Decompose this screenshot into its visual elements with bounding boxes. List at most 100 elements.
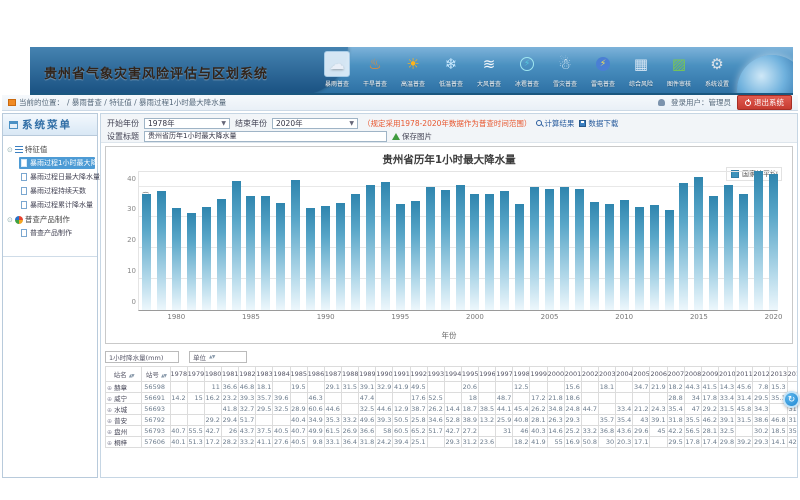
table-cell: 28.1 xyxy=(530,415,547,426)
expand-row-icon[interactable]: ⊕ xyxy=(107,418,112,425)
unit-filter-box[interactable]: 单位 ▲ ▼ xyxy=(189,351,247,363)
table-cell: 40.7 xyxy=(290,426,307,437)
table-cell: 39.1 xyxy=(650,415,667,426)
nav-item-8[interactable]: ⚡雷电普查 xyxy=(585,51,621,88)
sort-icons[interactable]: ▲ ▼ xyxy=(209,355,214,360)
table-row[interactable]: ⊕ 桐梓5760640.151.317.228.233.241.127.640.… xyxy=(106,437,798,448)
bar-1979 xyxy=(157,191,166,310)
table-cell: 47.4 xyxy=(359,393,376,404)
sidebar-item[interactable]: 暴雨过程持续天数 xyxy=(19,185,95,197)
table-cell xyxy=(427,382,444,393)
col-id[interactable]: 站号 ▲▼ xyxy=(142,367,170,382)
nav-item-7[interactable]: ☃雪灾普查 xyxy=(547,51,583,88)
table-cell: 20.3 xyxy=(616,437,633,448)
col-year-2005[interactable]: 2005 xyxy=(633,367,650,382)
col-year-1991[interactable]: 1991 xyxy=(393,367,410,382)
end-year-select[interactable]: 2020年▼ xyxy=(272,118,358,129)
table-cell: 34.9 xyxy=(307,415,324,426)
col-year-1995[interactable]: 1995 xyxy=(461,367,478,382)
col-year-2007[interactable]: 2007 xyxy=(667,367,684,382)
col-year-2000[interactable]: 2000 xyxy=(547,367,564,382)
nav-item-11[interactable]: ⚙系统设置 xyxy=(699,51,735,88)
col-year-1996[interactable]: 1996 xyxy=(479,367,496,382)
breadcrumb[interactable]: / 暴雨普查 / 特征值 / 暴雨过程1小时最大降水量 xyxy=(67,97,226,108)
table-cell: 44.6 xyxy=(324,404,341,415)
expand-row-icon[interactable]: ⊕ xyxy=(107,396,112,403)
data-download-button[interactable]: 数据下载 xyxy=(579,118,618,129)
col-year-1992[interactable]: 1992 xyxy=(410,367,427,382)
tree-group-1[interactable]: ⊙特征值 xyxy=(7,144,95,155)
col-year-2011[interactable]: 2011 xyxy=(736,367,753,382)
col-year-2009[interactable]: 2009 xyxy=(701,367,718,382)
nav-item-label: 冰雹普查 xyxy=(515,78,539,87)
table-row[interactable]: ⊕ 水城5669341.832.729.532.528.960.644.632.… xyxy=(106,404,798,415)
col-year-2008[interactable]: 2008 xyxy=(684,367,701,382)
col-year-1981[interactable]: 1981 xyxy=(221,367,238,382)
sort-icons[interactable]: ▲▼ xyxy=(129,374,134,379)
save-image-button[interactable]: 保存图片 xyxy=(392,131,432,142)
table-cell: 18.1 xyxy=(599,382,616,393)
bar-2016 xyxy=(709,196,718,310)
refresh-button[interactable]: ↻ xyxy=(783,391,800,408)
nav-item-10[interactable]: ▨图件审核 xyxy=(661,51,697,88)
expand-row-icon[interactable]: ⊕ xyxy=(107,385,112,392)
sidebar-item[interactable]: 普查产品制作 xyxy=(19,227,95,239)
col-station[interactable]: 站名 ▲▼ xyxy=(106,367,142,382)
table-cell xyxy=(581,382,598,393)
nav-item-1[interactable]: ☁暴雨普查 xyxy=(319,51,355,88)
col-year-2004[interactable]: 2004 xyxy=(616,367,633,382)
col-year-1978[interactable]: 1978 xyxy=(170,367,187,382)
col-year-1990[interactable]: 1990 xyxy=(376,367,393,382)
col-year-2002[interactable]: 2002 xyxy=(581,367,598,382)
table-row[interactable]: ⊕ 赫章565981136.646.818.119.529.131.539.13… xyxy=(106,382,798,393)
col-year-1986[interactable]: 1986 xyxy=(307,367,324,382)
expand-icon[interactable]: ⊙ xyxy=(7,146,13,154)
col-year-1982[interactable]: 1982 xyxy=(239,367,256,382)
sidebar-item[interactable]: 暴雨过程累计降水量 xyxy=(19,199,95,211)
col-year-2014[interactable]: 2014 xyxy=(787,367,797,382)
nav-item-4[interactable]: ❄低温普查 xyxy=(433,51,469,88)
expand-row-icon[interactable]: ⊕ xyxy=(107,440,112,447)
table-cell: 18.1 xyxy=(256,382,273,393)
col-year-2006[interactable]: 2006 xyxy=(650,367,667,382)
col-year-1985[interactable]: 1985 xyxy=(290,367,307,382)
nav-item-5[interactable]: ≋大风普查 xyxy=(471,51,507,88)
nav-item-9[interactable]: ▦综合风险 xyxy=(623,51,659,88)
chart-title-input[interactable] xyxy=(144,131,387,142)
col-year-1999[interactable]: 1999 xyxy=(530,367,547,382)
col-year-1998[interactable]: 1998 xyxy=(513,367,530,382)
nav-item-3[interactable]: ☀高温普查 xyxy=(395,51,431,88)
table-row[interactable]: ⊕ 普安5679229.229.451.740.434.935.333.249.… xyxy=(106,415,798,426)
nav-item-6[interactable]: ⚡冰雹普查 xyxy=(509,51,545,88)
col-year-1984[interactable]: 1984 xyxy=(273,367,290,382)
col-year-1989[interactable]: 1989 xyxy=(359,367,376,382)
sort-icons[interactable]: ▲▼ xyxy=(161,374,166,379)
table-row[interactable]: ⊕ 威宁5669114.21516.223.239.335.739.646.34… xyxy=(106,393,798,404)
col-year-2003[interactable]: 2003 xyxy=(599,367,616,382)
col-year-1987[interactable]: 1987 xyxy=(324,367,341,382)
sidebar-item[interactable]: 暴雨过程日最大降水量 xyxy=(19,171,95,183)
value-filter-box[interactable]: 1小时降水量(mm) xyxy=(105,351,179,363)
col-year-2013[interactable]: 2013 xyxy=(770,367,787,382)
expand-row-icon[interactable]: ⊕ xyxy=(107,429,112,436)
expand-row-icon[interactable]: ⊕ xyxy=(107,407,112,414)
logout-button[interactable]: 退出系统 xyxy=(737,95,792,110)
table-row[interactable]: ⊕ 盘州5679340.755.542.72643.737.540.540.74… xyxy=(106,426,798,437)
sidebar-item[interactable]: 暴雨过程1小时最大降水量 xyxy=(19,157,95,169)
col-year-1980[interactable]: 1980 xyxy=(204,367,221,382)
calc-result-button[interactable]: 计算结果 xyxy=(536,118,574,129)
col-year-1983[interactable]: 1983 xyxy=(256,367,273,382)
col-year-1994[interactable]: 1994 xyxy=(444,367,461,382)
nav-item-2[interactable]: ♨干旱普查 xyxy=(357,51,393,88)
col-year-1997[interactable]: 1997 xyxy=(496,367,513,382)
col-year-2012[interactable]: 2012 xyxy=(753,367,770,382)
tree-group-2[interactable]: ⊙普查产品制作 xyxy=(7,214,95,225)
table-cell: 29.1 xyxy=(324,382,341,393)
col-year-1993[interactable]: 1993 xyxy=(427,367,444,382)
start-year-select[interactable]: 1978年▼ xyxy=(144,118,230,129)
col-year-2001[interactable]: 2001 xyxy=(564,367,581,382)
col-year-2010[interactable]: 2010 xyxy=(719,367,736,382)
expand-icon[interactable]: ⊙ xyxy=(7,216,13,224)
col-year-1979[interactable]: 1979 xyxy=(187,367,204,382)
col-year-1988[interactable]: 1988 xyxy=(341,367,358,382)
